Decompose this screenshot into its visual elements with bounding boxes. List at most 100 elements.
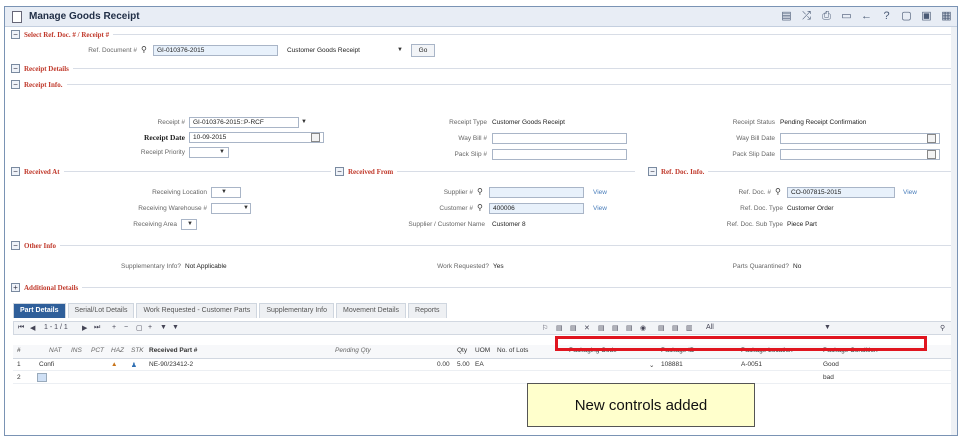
tool-k-icon[interactable]: ▥	[686, 324, 693, 332]
search-icon[interactable]: ⚲	[141, 45, 147, 54]
search-icon[interactable]: ⚲	[775, 187, 781, 196]
tab-reports[interactable]: Reports	[408, 303, 447, 318]
supplier-view-link[interactable]: View	[593, 189, 607, 196]
chevron-down-icon[interactable]: ▼	[241, 203, 251, 214]
tab-supplementary-info[interactable]: Supplementary Info	[259, 303, 335, 318]
chevron-down-icon[interactable]: ▼	[395, 45, 405, 56]
ref-document-input[interactable]: GI-010376-2015	[153, 45, 278, 56]
chevron-down-icon[interactable]: ▼	[219, 187, 229, 198]
expand-icon[interactable]: +	[11, 283, 20, 292]
add-row-icon[interactable]: +	[112, 324, 116, 331]
collapse-icon[interactable]: −	[648, 167, 657, 176]
minimize-icon[interactable]: ▣	[920, 10, 933, 23]
collapse-icon[interactable]: −	[335, 167, 344, 176]
collapse-icon[interactable]: −	[11, 80, 20, 89]
next-page-icon[interactable]: ▶	[82, 324, 87, 332]
tool-j-icon[interactable]: ▤	[672, 324, 679, 332]
supplier-input[interactable]	[489, 187, 584, 198]
chevron-down-icon[interactable]: ▼	[217, 147, 227, 158]
go-button[interactable]: Go	[411, 44, 435, 57]
delete-row-icon[interactable]: −	[124, 324, 128, 331]
select-ref-section: − Select Ref. Doc. # / Receipt #	[11, 30, 951, 39]
attach-icon[interactable]: ▭	[840, 10, 853, 23]
pack-slip-input[interactable]	[492, 149, 627, 160]
col-header: Pending Qty	[335, 347, 371, 354]
window-icon[interactable]: ▢	[900, 10, 913, 23]
tool-d-icon[interactable]: ✕	[584, 324, 590, 332]
copy-icon[interactable]: ▢	[136, 324, 143, 332]
first-page-icon[interactable]: ⏮	[18, 324, 24, 332]
collapse-icon[interactable]: −	[11, 167, 20, 176]
col-header: NAT	[49, 347, 62, 354]
add-icon[interactable]: +	[148, 324, 152, 331]
customer-input[interactable]: 400006	[489, 203, 584, 214]
receipt-status-value: Pending Receipt Confirmation	[780, 119, 867, 126]
table-row[interactable]: 2 bad	[13, 372, 953, 384]
receipt-date-input[interactable]: 10-09-2015	[189, 132, 324, 143]
search-icon[interactable]: ⚲	[940, 324, 945, 332]
tool-c-icon[interactable]: ▤	[570, 324, 577, 332]
tool-e-icon[interactable]: ▤	[598, 324, 605, 332]
clear-filter-icon[interactable]: ▼	[172, 324, 179, 331]
section-title: Receipt Details	[24, 64, 69, 73]
tab-movement-details[interactable]: Movement Details	[336, 303, 407, 318]
grid-icon[interactable]: ▦	[940, 10, 953, 23]
filter-icon[interactable]: ▼	[160, 324, 167, 331]
supplier-customer-name-value: Customer 8	[492, 221, 526, 228]
customer-view-link[interactable]: View	[593, 205, 607, 212]
receipt-input[interactable]: GI-010376-2015::P-RCF	[189, 117, 299, 128]
back-icon[interactable]: ←	[860, 10, 873, 23]
section-title: Ref. Doc. Info.	[661, 167, 705, 176]
tool-b-icon[interactable]: ▤	[556, 324, 563, 332]
calendar-icon[interactable]	[311, 133, 320, 142]
chevron-down-icon[interactable]: ⌄	[649, 361, 654, 369]
tool-i-icon[interactable]: ▤	[658, 324, 665, 332]
search-icon[interactable]: ⚲	[477, 187, 483, 196]
ref-doc-type-value: Customer Order	[787, 205, 834, 212]
way-bill-date-input[interactable]	[780, 133, 940, 144]
app-window: Manage Goods Receipt ▤ ⤮ ⎙ ▭ ← ? ▢ ▣ ▦ −…	[4, 6, 958, 436]
detail-tabs: Part Details Serial/Lot Details Work Req…	[13, 303, 449, 318]
tool-g-icon[interactable]: ▤	[626, 324, 633, 332]
chevron-down-icon[interactable]: ▼	[824, 324, 831, 331]
tab-part-details[interactable]: Part Details	[13, 303, 66, 318]
last-page-icon[interactable]: ⏭	[94, 324, 100, 332]
tool-f-icon[interactable]: ▤	[612, 324, 619, 332]
receipt-type-select[interactable]: Customer Goods Receipt	[283, 45, 393, 56]
chevron-down-icon[interactable]: ▼	[299, 117, 309, 128]
title-bar: Manage Goods Receipt ▤ ⤮ ⎙ ▭ ← ? ▢ ▣ ▦	[5, 7, 957, 27]
chevron-down-icon[interactable]: ▼	[185, 219, 195, 230]
shuffle-icon[interactable]: ⤮	[800, 10, 813, 23]
tool-a-icon[interactable]: ⚐	[542, 324, 548, 332]
way-bill-input[interactable]	[492, 133, 627, 144]
qty: 5.00	[457, 361, 470, 368]
receipt-date-label: Receipt Date	[143, 133, 185, 142]
filter-select[interactable]: All	[706, 324, 714, 331]
tab-work-requested[interactable]: Work Requested - Customer Parts	[136, 303, 258, 318]
row-selector[interactable]	[37, 373, 47, 382]
callout-note: New controls added	[527, 383, 755, 427]
received-from-section: − Received From	[335, 167, 635, 176]
calendar-icon[interactable]	[927, 150, 936, 159]
calendar-icon[interactable]	[927, 134, 936, 143]
collapse-icon[interactable]: −	[11, 64, 20, 73]
vertical-scrollbar[interactable]	[951, 27, 957, 435]
print-icon[interactable]: ⎙	[820, 10, 833, 23]
help-icon[interactable]: ?	[880, 10, 893, 23]
table-row[interactable]: 1 Confi ▲ ♟ NE-90/23412-2 0.00 5.00 EA ⌄…	[13, 359, 953, 371]
tool-h-icon[interactable]: ◉	[640, 324, 646, 332]
col-header: Received Part #	[149, 347, 198, 354]
col-header: HAZ	[111, 347, 124, 354]
collapse-icon[interactable]: −	[11, 241, 20, 250]
row-number: 1	[17, 361, 21, 368]
col-header: PCT	[91, 347, 104, 354]
receipt-info-section: − Receipt Info.	[11, 80, 951, 89]
search-icon[interactable]: ⚲	[477, 203, 483, 212]
prev-page-icon[interactable]: ◀	[30, 324, 35, 332]
pack-slip-date-input[interactable]	[780, 149, 940, 160]
ref-doc-input[interactable]: CO-007815-2015	[787, 187, 895, 198]
ref-doc-view-link[interactable]: View	[903, 189, 917, 196]
tab-serial-lot-details[interactable]: Serial/Lot Details	[67, 303, 135, 318]
save-icon[interactable]: ▤	[780, 10, 793, 23]
collapse-icon[interactable]: −	[11, 30, 20, 39]
